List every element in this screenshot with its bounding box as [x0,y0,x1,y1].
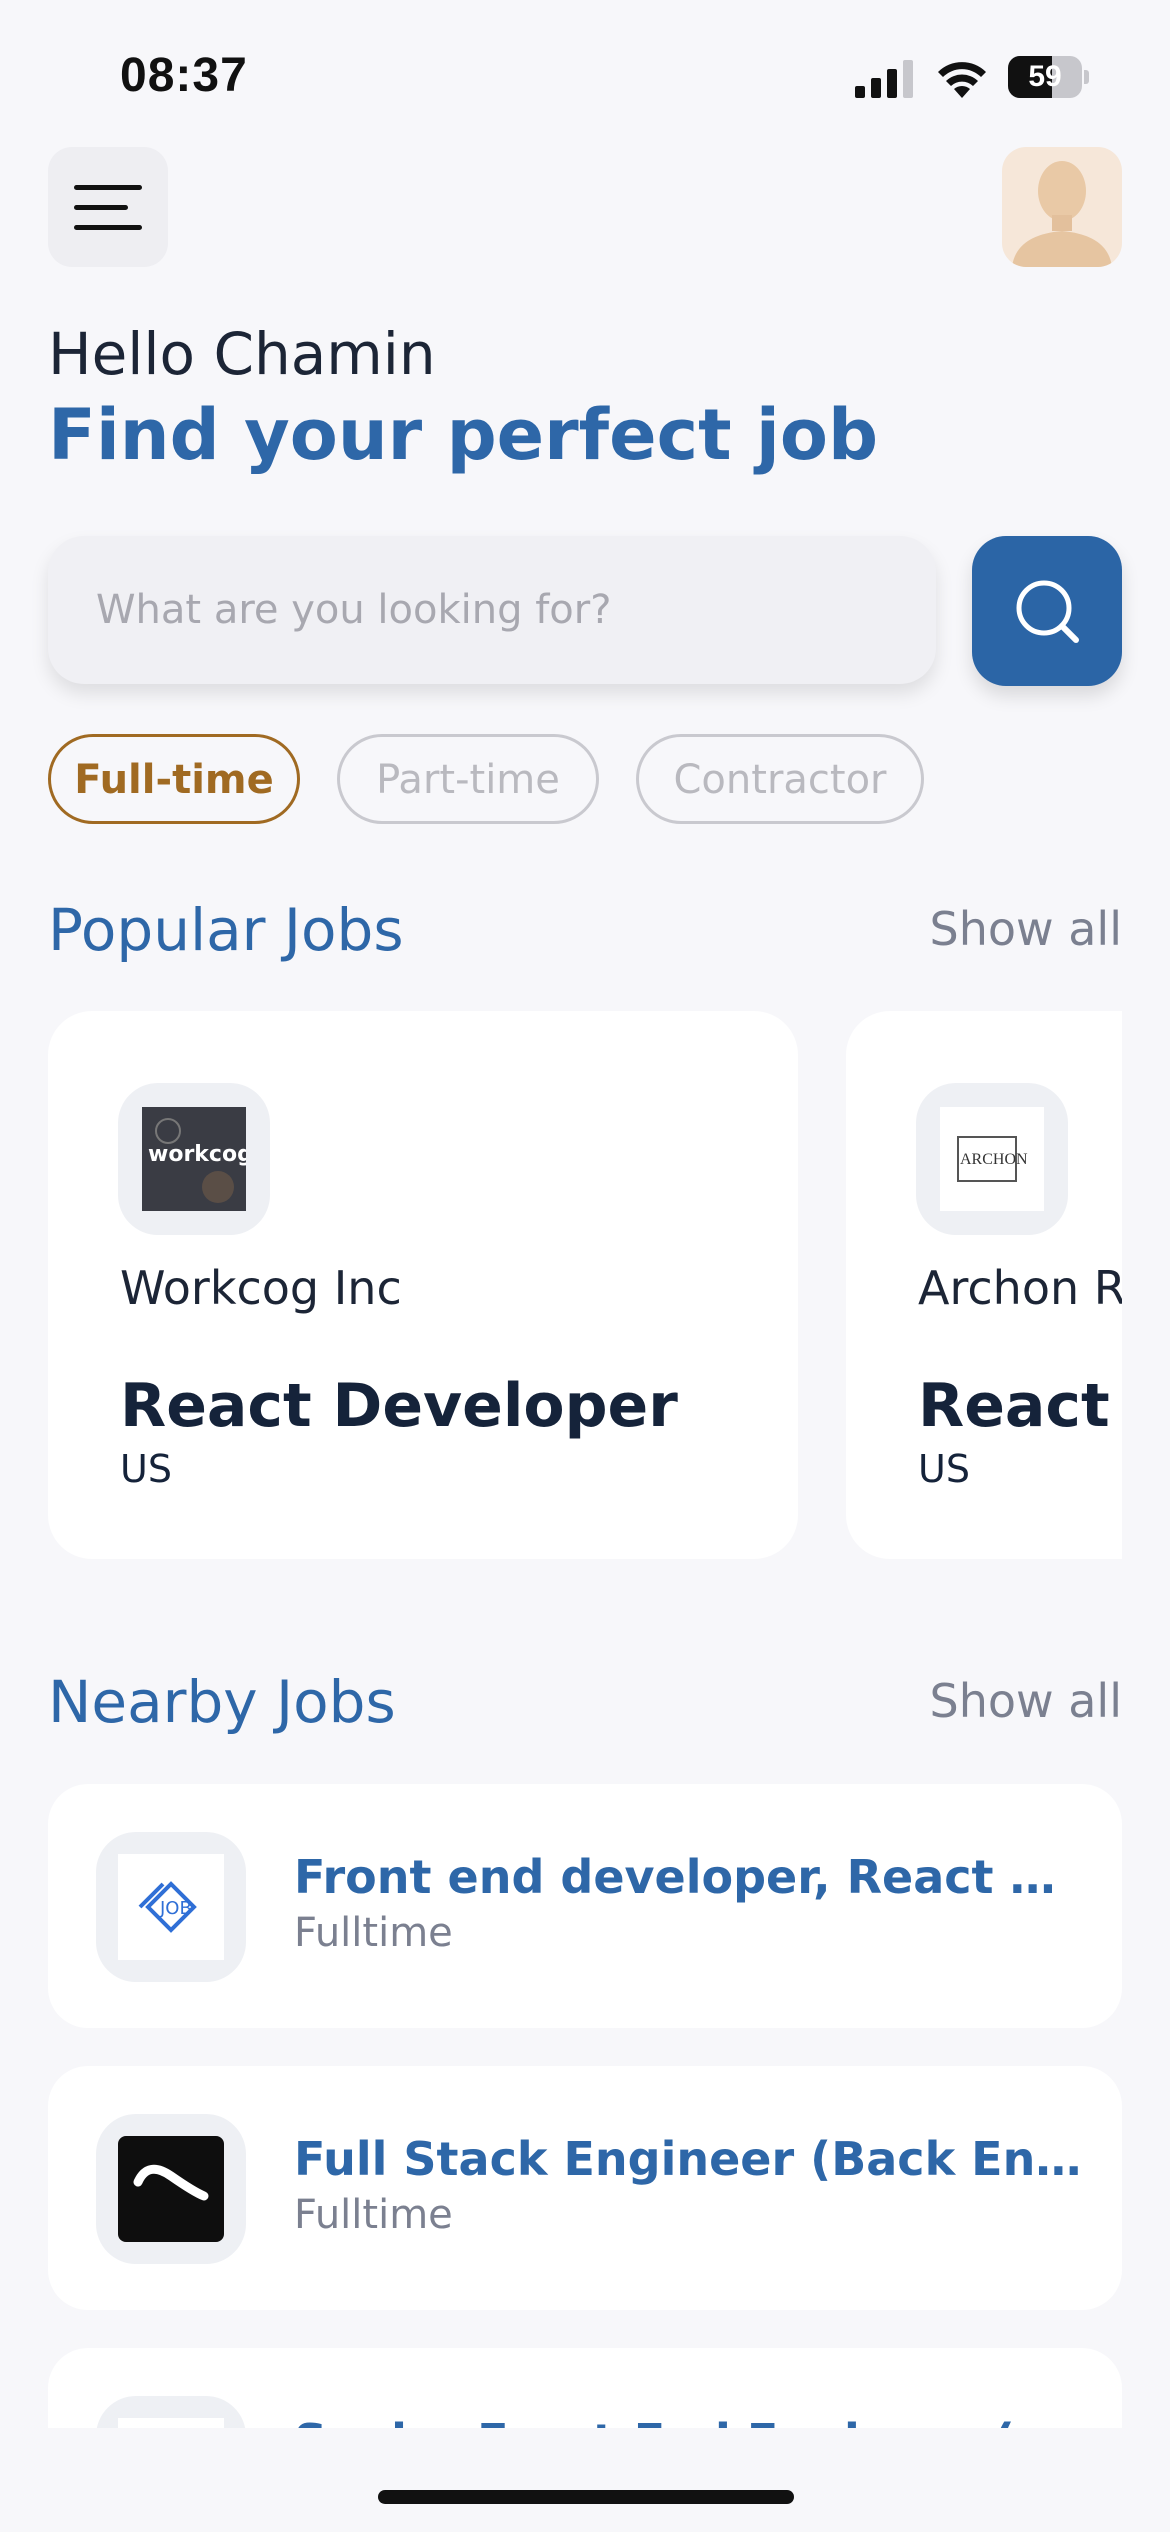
nearby-job-card[interactable]: JOB Front end developer, React an... Ful… [48,1784,1122,2028]
job-logo-icon: JOB [118,1854,224,1960]
svg-text:workcog: workcog [148,1142,246,1167]
greeting: Hello Chamin [48,320,436,388]
workcog-logo-icon: workcog [142,1107,246,1211]
svg-text:JOB: JOB [159,1898,192,1919]
search-input[interactable] [96,576,896,644]
popular-job-card[interactable]: workcog Workcog Inc React Developer US [48,1011,798,1559]
popular-jobs-carousel[interactable]: workcog Workcog Inc React Developer US A… [48,1011,1122,1561]
status-bar: 08:37 59 [0,0,1170,140]
search-box [48,536,936,684]
wifi-icon [938,62,986,98]
job-title: Full Stack Engineer (Back End... [294,2132,1084,2186]
battery-icon: 59 [1008,56,1089,98]
job-title: React D [918,1371,1122,1441]
wave-logo-icon [118,2136,224,2242]
job-title: React Developer [120,1371,678,1441]
user-avatar-icon [1012,161,1112,267]
company-name: Workcog Inc [120,1261,402,1315]
menu-button[interactable] [48,147,168,267]
avatar[interactable] [1002,147,1122,267]
svg-text:ARCHON: ARCHON [960,1151,1028,1168]
bottom-safe-area [0,2428,1170,2532]
search-icon [1016,580,1079,643]
menu-icon [74,185,142,190]
page-title: Find your perfect job [48,394,879,476]
archon-logo-icon: ARCHON [940,1107,1044,1211]
popular-show-all-link[interactable]: Show all [930,902,1123,956]
job-type: Fulltime [294,2192,453,2238]
job-location: US [918,1447,970,1491]
popular-jobs-title: Popular Jobs [48,896,404,964]
home-indicator[interactable] [378,2490,794,2504]
status-time: 08:37 [120,49,248,102]
job-type: Fulltime [294,1910,453,1956]
company-name: Archon Re [918,1261,1122,1315]
filter-chip-full-time[interactable]: Full-time [48,734,300,824]
popular-job-card[interactable]: ARCHON Archon Re React D US [846,1011,1122,1559]
cellular-signal-icon [855,60,913,98]
battery-percent: 59 [1028,60,1062,93]
nearby-job-card[interactable]: Full Stack Engineer (Back End... Fulltim… [48,2066,1122,2310]
search-button[interactable] [972,536,1122,686]
filter-chip-part-time[interactable]: Part-time [337,734,599,824]
job-title: Front end developer, React an... [294,1850,1084,1904]
job-location: US [120,1447,172,1491]
filter-chip-contractor[interactable]: Contractor [636,734,924,824]
nearby-jobs-title: Nearby Jobs [48,1668,396,1736]
nearby-show-all-link[interactable]: Show all [930,1674,1123,1728]
